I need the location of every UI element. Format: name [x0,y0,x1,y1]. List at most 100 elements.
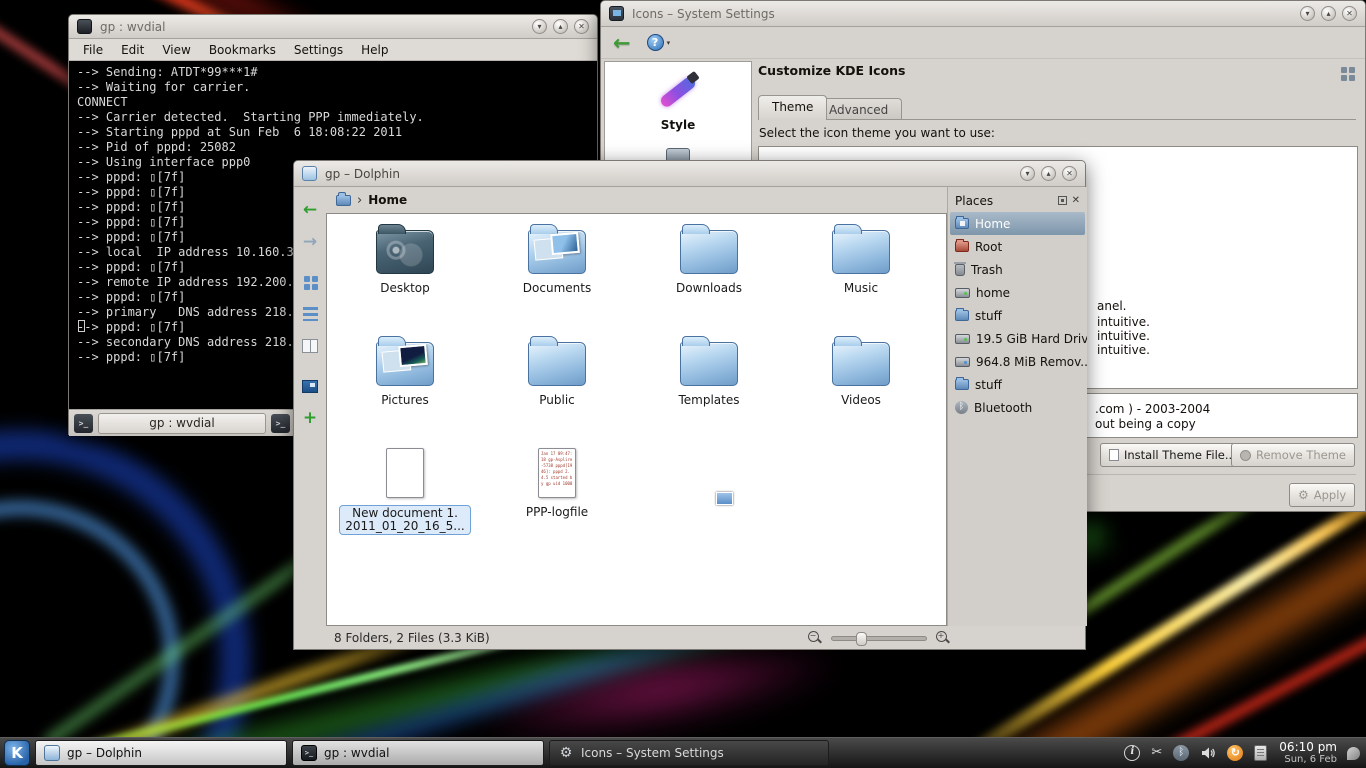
preview-icon[interactable] [299,375,321,397]
list-text-fragment: anel. [1097,299,1127,313]
zoom-slider-handle[interactable] [856,632,867,646]
places-item-removable[interactable]: 964.8 MiB Remov... [948,350,1087,373]
dolphin-toolbar: ← → + [294,187,326,649]
dolphin-titlebar[interactable]: gp – Dolphin ▾ ▴ ✕ [294,161,1085,187]
dolphin-window-icon[interactable] [302,166,317,181]
places-item-stuff[interactable]: stuff [948,304,1087,327]
minimize-icon[interactable]: ▾ [1020,166,1035,181]
places-item-root[interactable]: Root [948,235,1087,258]
close-panel-icon[interactable]: ✕ [1072,195,1080,206]
folder-item-templates[interactable]: Templates [633,330,785,442]
tab-theme[interactable]: Theme [758,95,827,120]
terminal-window-icon[interactable] [77,19,92,34]
volume-icon[interactable] [1200,745,1216,761]
status-text: 8 Folders, 2 Files (3.3 KiB) [334,631,490,645]
places-item-home-partition[interactable]: home [948,281,1087,304]
remove-theme-button[interactable]: Remove Theme [1231,443,1355,467]
places-header: Places ✕ [948,189,1087,212]
folder-icon [832,342,890,386]
maximize-icon[interactable]: ▴ [1041,166,1056,181]
settings-title: Icons – System Settings [632,7,775,21]
places-selector-icon[interactable] [336,195,351,206]
places-item-bluetooth[interactable]: ᛒ Bluetooth [948,396,1087,419]
places-item-home[interactable]: Home [950,212,1085,235]
minimize-icon[interactable]: ▾ [1300,6,1315,21]
split-view-icon[interactable]: + [299,407,321,429]
detach-panel-icon[interactable] [1058,196,1067,205]
settings-window-icon[interactable] [609,6,624,21]
drive-icon [955,288,970,298]
columns-view-icon[interactable] [299,335,321,357]
details-view-icon[interactable] [299,303,321,325]
device-notifier-icon[interactable] [1254,745,1267,761]
folder-item-desktop[interactable]: Desktop [329,218,481,330]
klipper-scissors-icon[interactable]: ✂ [1151,745,1162,761]
folder-icon [680,230,738,274]
close-icon[interactable]: ✕ [574,19,589,34]
minimize-icon[interactable]: ▾ [532,19,547,34]
task-label: gp : wvdial [324,746,389,760]
icons-view-icon[interactable] [299,271,321,293]
close-icon[interactable]: ✕ [1062,166,1077,181]
terminal-tab[interactable]: gp : wvdial [98,413,266,434]
apply-button[interactable]: ⚙ Apply [1289,483,1355,507]
chevron-down-icon: ▾ [667,39,671,47]
category-style[interactable]: Style [605,70,751,132]
bluetooth-tray-icon[interactable]: ᛒ [1173,745,1189,761]
folder-item-documents[interactable]: Documents [481,218,633,330]
update-notifier-icon[interactable]: ↻ [1227,745,1243,761]
breadcrumb: › Home [326,187,947,213]
new-tab-icon[interactable]: >_ [74,414,93,433]
zoom-slider[interactable] [831,636,927,641]
folder-item-videos[interactable]: Videos [785,330,937,442]
close-icon[interactable]: ✕ [1342,6,1357,21]
category-style-label: Style [605,118,751,132]
menu-settings[interactable]: Settings [294,43,343,57]
clock[interactable]: 06:10 pm Sun, 6 Feb [1279,740,1337,766]
zoom-in-icon[interactable]: + [936,631,950,645]
home-icon [955,218,969,229]
zoom-out-icon[interactable]: − [808,631,822,645]
desktop: gp : wvdial ▾ ▴ ✕ File Edit View Bookmar… [0,0,1366,768]
menu-view[interactable]: View [162,43,190,57]
folder-item-downloads[interactable]: Downloads [633,218,785,330]
terminal-cursor [78,320,85,332]
help-icon: ? [647,34,664,51]
taskbar-task-dolphin[interactable]: gp – Dolphin [35,740,287,766]
menu-bookmarks[interactable]: Bookmarks [209,43,276,57]
maximize-icon[interactable]: ▴ [1321,6,1336,21]
menu-edit[interactable]: Edit [121,43,144,57]
taskbar-task-system-settings[interactable]: ⚙ Icons – System Settings [549,740,829,766]
places-panel: Places ✕ Home Root Trash home [947,187,1087,626]
file-item-ppp-logfile[interactable]: Jan 17 09:47:18 gp-Asplire-5738 pppd[194… [481,442,633,572]
places-item-trash[interactable]: Trash [948,258,1087,281]
folder-view[interactable]: Desktop Documents Downloads Music Pictur… [326,213,947,626]
instruction-text: Select the icon theme you want to use: [759,126,995,140]
back-icon[interactable]: ← [299,199,321,221]
folder-item-music[interactable]: Music [785,218,937,330]
menu-file[interactable]: File [83,43,103,57]
terminal-titlebar[interactable]: gp : wvdial ▾ ▴ ✕ [69,15,597,39]
install-theme-button[interactable]: Install Theme File... [1100,443,1245,467]
places-item-hard-drive[interactable]: 19.5 GiB Hard Drive [948,327,1087,350]
file-item-new-document[interactable]: New document 1. 2011_01_20_16_5... [329,442,481,572]
kde-menu-button[interactable]: K [4,740,30,766]
folder-item-pictures[interactable]: Pictures [329,330,481,442]
breadcrumb-home[interactable]: Home [368,193,407,207]
status-bar: 8 Folders, 2 Files (3.3 KiB) − + [326,626,1087,650]
view-mode-icon[interactable] [1340,66,1355,81]
settings-titlebar[interactable]: Icons – System Settings ▾ ▴ ✕ [601,1,1365,27]
panel-cashew-icon[interactable] [1347,747,1360,760]
taskbar-task-wvdial[interactable]: >_ gp : wvdial [292,740,544,766]
folder-item-public[interactable]: Public [481,330,633,442]
tab-list-icon[interactable]: >_ [271,414,290,433]
info-icon[interactable]: i [1124,745,1140,761]
forward-icon[interactable]: → [299,231,321,253]
folder-icon [528,342,586,386]
places-item-stuff-2[interactable]: stuff [948,373,1087,396]
menu-help[interactable]: Help [361,43,388,57]
back-icon[interactable]: ← [613,32,631,54]
tab-advanced[interactable]: Advanced [815,98,902,120]
help-button[interactable]: ? ▾ [647,34,671,51]
maximize-icon[interactable]: ▴ [553,19,568,34]
